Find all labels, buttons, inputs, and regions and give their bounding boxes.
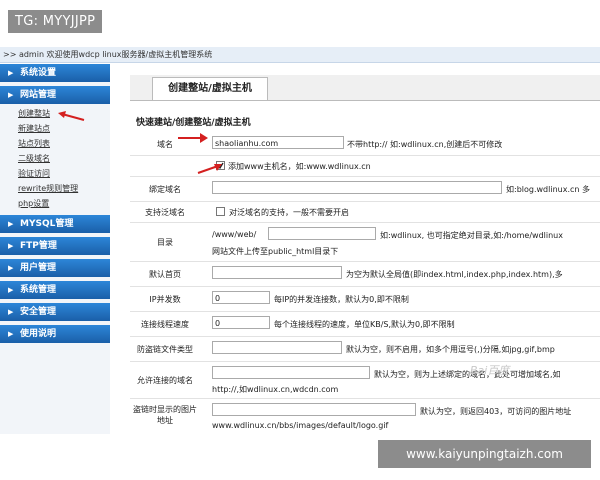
menu-security[interactable]: ▶ 安全管理 [0, 303, 110, 321]
watermark-tag: TG: MYYJJPP [8, 10, 103, 33]
bind-domain-hint: 如:blog.wdlinux.cn 多 [506, 185, 591, 194]
index-label: 默认首页 [149, 270, 181, 279]
www-checkbox-label: 添加www主机名，如:www.wdlinux.cn [228, 162, 371, 171]
menu-arrow-icon: ▶ [8, 264, 14, 272]
row-hotlink-image: 盗链时显示的图片地址 默认为空，则返回403，可访问的图片地址 www.wdli… [130, 399, 600, 435]
directory-label: 目录 [157, 238, 173, 247]
sidebar-item-site-list[interactable]: 站点列表 [18, 136, 110, 151]
tab-create-site[interactable]: 创建整站/虚拟主机 [152, 77, 268, 100]
allowed-hint2: http://,如wdlinux.cn,wdcdn.com [212, 385, 339, 394]
menu-arrow-icon: ▶ [8, 242, 14, 250]
wildcard-label: 支持泛域名 [145, 208, 185, 217]
hotlink-image-hint2: www.wdlinux.cn/bbs/images/default/logo.g… [212, 421, 389, 430]
bind-domain-input[interactable] [212, 181, 502, 194]
menu-arrow-icon: ▶ [8, 330, 14, 338]
hotlink-hint: 默认为空，则不启用，如多个用逗号(,)分隔,如jpg,gif,bmp [346, 345, 555, 354]
menu-help[interactable]: ▶ 使用说明 [0, 325, 110, 343]
red-arrow-icon [58, 111, 85, 121]
sidebar-item-php[interactable]: php设置 [18, 196, 110, 211]
menu-mysql[interactable]: ▶ MYSQL管理 [0, 215, 110, 233]
tab-bar: 创建整站/虚拟主机 [130, 75, 600, 101]
speed-hint: 每个连接线程的速度，单位KB/S,默认为0,即不限制 [274, 320, 455, 329]
directory-input[interactable] [268, 227, 376, 240]
menu-arrow-icon: ▶ [8, 69, 14, 77]
menu-system-management[interactable]: ▶ 系统管理 [0, 281, 110, 299]
domain-hint: 不带http:// 如:wdlinux.cn,创建后不可修改 [347, 140, 503, 149]
allowed-label: 允许连接的域名 [137, 376, 193, 385]
hotlink-input[interactable] [212, 341, 342, 354]
baidu-watermark: Bai百度 [470, 364, 510, 377]
row-wildcard: 支持泛域名 对泛域名的支持，一般不需要开启 [130, 202, 600, 223]
breadcrumb-bar: >> admin 欢迎使用wdcp linux服务器/虚拟主机管理系统 [0, 47, 600, 63]
hotlink-image-label: 盗链时显示的图片地址 [133, 405, 197, 425]
sidebar-item-subdomain[interactable]: 二级域名 [18, 151, 110, 166]
bind-domain-label: 绑定域名 [149, 185, 181, 194]
sidebar-item-rewrite[interactable]: rewrite规则管理 [18, 181, 110, 196]
site-submenu: 创建整站 新建站点 站点列表 二级域名 验证访问 rewrite规则管理 php… [0, 106, 110, 211]
sidebar: ▶ 系统设置 ▶ 网站管理 创建整站 新建站点 站点列表 二级域名 验证访问 rew… [0, 64, 110, 434]
hotlink-label: 防盗链文件类型 [137, 345, 193, 354]
domain-input[interactable]: shaolianhu.com [212, 136, 344, 149]
wildcard-checkbox-label: 对泛域名的支持，一般不需要开启 [229, 208, 349, 217]
directory-prefix: /www/web/ [212, 230, 257, 239]
speed-label: 连接线程速度 [141, 320, 189, 329]
row-allowed-domains: 允许连接的域名 默认为空，则为上述绑定的域名，此处可增加域名,如 http://… [130, 362, 600, 399]
red-arrow-icon [197, 164, 222, 174]
row-ip-conn: IP并发数 0 每IP的并发连接数，默认为0,即不限制 [130, 287, 600, 312]
ip-conn-input[interactable]: 0 [212, 291, 270, 304]
hotlink-image-input[interactable] [212, 403, 416, 416]
directory-hint2: 网站文件上传至public_html目录下 [212, 247, 339, 256]
allowed-input[interactable] [212, 366, 370, 379]
menu-users[interactable]: ▶ 用户管理 [0, 259, 110, 277]
row-default-index: 默认首页 为空为默认全局值(即index.html,index.php,inde… [130, 262, 600, 287]
red-arrow-icon [178, 133, 208, 143]
menu-site-management[interactable]: ▶ 网站管理 [0, 86, 110, 104]
menu-arrow-icon: ▶ [8, 220, 14, 228]
wildcard-checkbox[interactable] [216, 207, 225, 216]
menu-system-settings[interactable]: ▶ 系统设置 [0, 64, 110, 82]
row-directory: 目录 /www/web/ 如:wdlinux, 也可指定绝对目录,如:/home… [130, 223, 600, 262]
menu-arrow-icon: ▶ [8, 308, 14, 316]
ip-conn-label: IP并发数 [149, 295, 181, 304]
sidebar-item-auth[interactable]: 验证访问 [18, 166, 110, 181]
row-speed: 连接线程速度 0 每个连接线程的速度，单位KB/S,默认为0,即不限制 [130, 312, 600, 337]
index-hint: 为空为默认全局值(即index.html,index.php,index.htm… [346, 270, 563, 279]
breadcrumb: >> admin 欢迎使用wdcp linux服务器/虚拟主机管理系统 [3, 50, 213, 59]
hotlink-image-hint: 默认为空，则返回403，可访问的图片地址 [420, 407, 572, 416]
ip-conn-hint: 每IP的并发连接数，默认为0,即不限制 [274, 295, 409, 304]
directory-hint: 如:wdlinux, 也可指定绝对目录,如:/home/wdlinux [380, 231, 563, 240]
menu-arrow-icon: ▶ [8, 91, 14, 99]
speed-input[interactable]: 0 [212, 316, 270, 329]
main-panel: 创建整站/虚拟主机 快速建站/创建整站/虚拟主机 域名 shaolianhu.c… [130, 75, 600, 435]
watermark-url: www.kaiyunpingtaizh.com [378, 440, 591, 468]
row-bind-domain: 绑定域名 如:blog.wdlinux.cn 多 [130, 177, 600, 202]
menu-arrow-icon: ▶ [8, 286, 14, 294]
allowed-hint: 默认为空，则为上述绑定的域名，此处可增加域名,如 [374, 370, 561, 379]
menu-ftp[interactable]: ▶ FTP管理 [0, 237, 110, 255]
row-hotlink: 防盗链文件类型 默认为空，则不启用，如多个用逗号(,)分隔,如jpg,gif,b… [130, 337, 600, 362]
index-input[interactable] [212, 266, 342, 279]
